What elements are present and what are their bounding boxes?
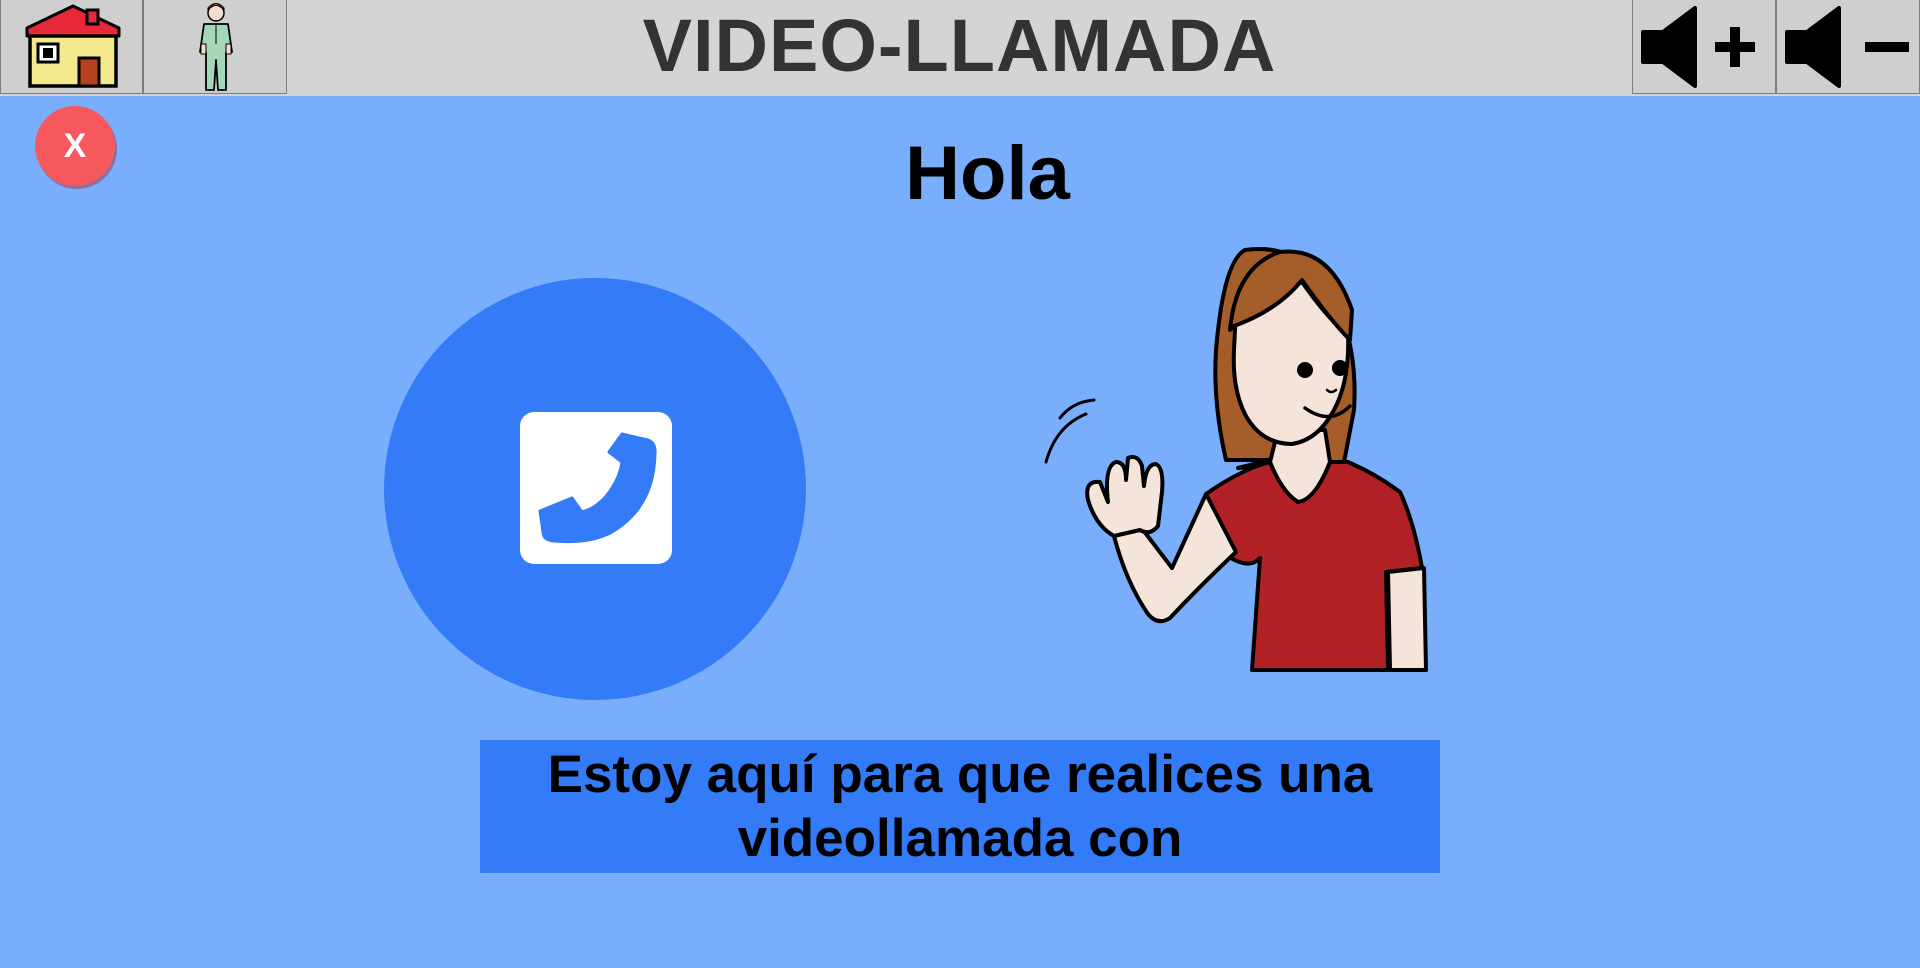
greeting-text: Hola [905, 131, 1070, 216]
volume-up-icon [1641, 6, 1755, 88]
house-icon [25, 4, 121, 88]
volume-down-button[interactable] [1776, 0, 1920, 94]
phone-tile [520, 412, 672, 564]
volume-up-button[interactable] [1632, 0, 1776, 94]
message-box: Estoy aquí para que realices una videoll… [480, 740, 1440, 873]
nurse-icon [199, 3, 233, 91]
volume-down-icon [1785, 6, 1909, 88]
girl-waving-illustration [1044, 247, 1428, 672]
start-call-button[interactable] [384, 278, 806, 700]
greeting-heading: Hola [0, 130, 1920, 217]
top-bar: VIDEO-LLAMADA [0, 0, 1920, 96]
profile-button[interactable] [143, 0, 287, 94]
home-button[interactable] [0, 0, 143, 94]
phone-icon [538, 432, 657, 544]
page-title: VIDEO-LLAMADA [642, 4, 1277, 87]
close-button[interactable]: X [35, 106, 115, 186]
message-text: Estoy aquí para que realices una videoll… [547, 744, 1373, 868]
